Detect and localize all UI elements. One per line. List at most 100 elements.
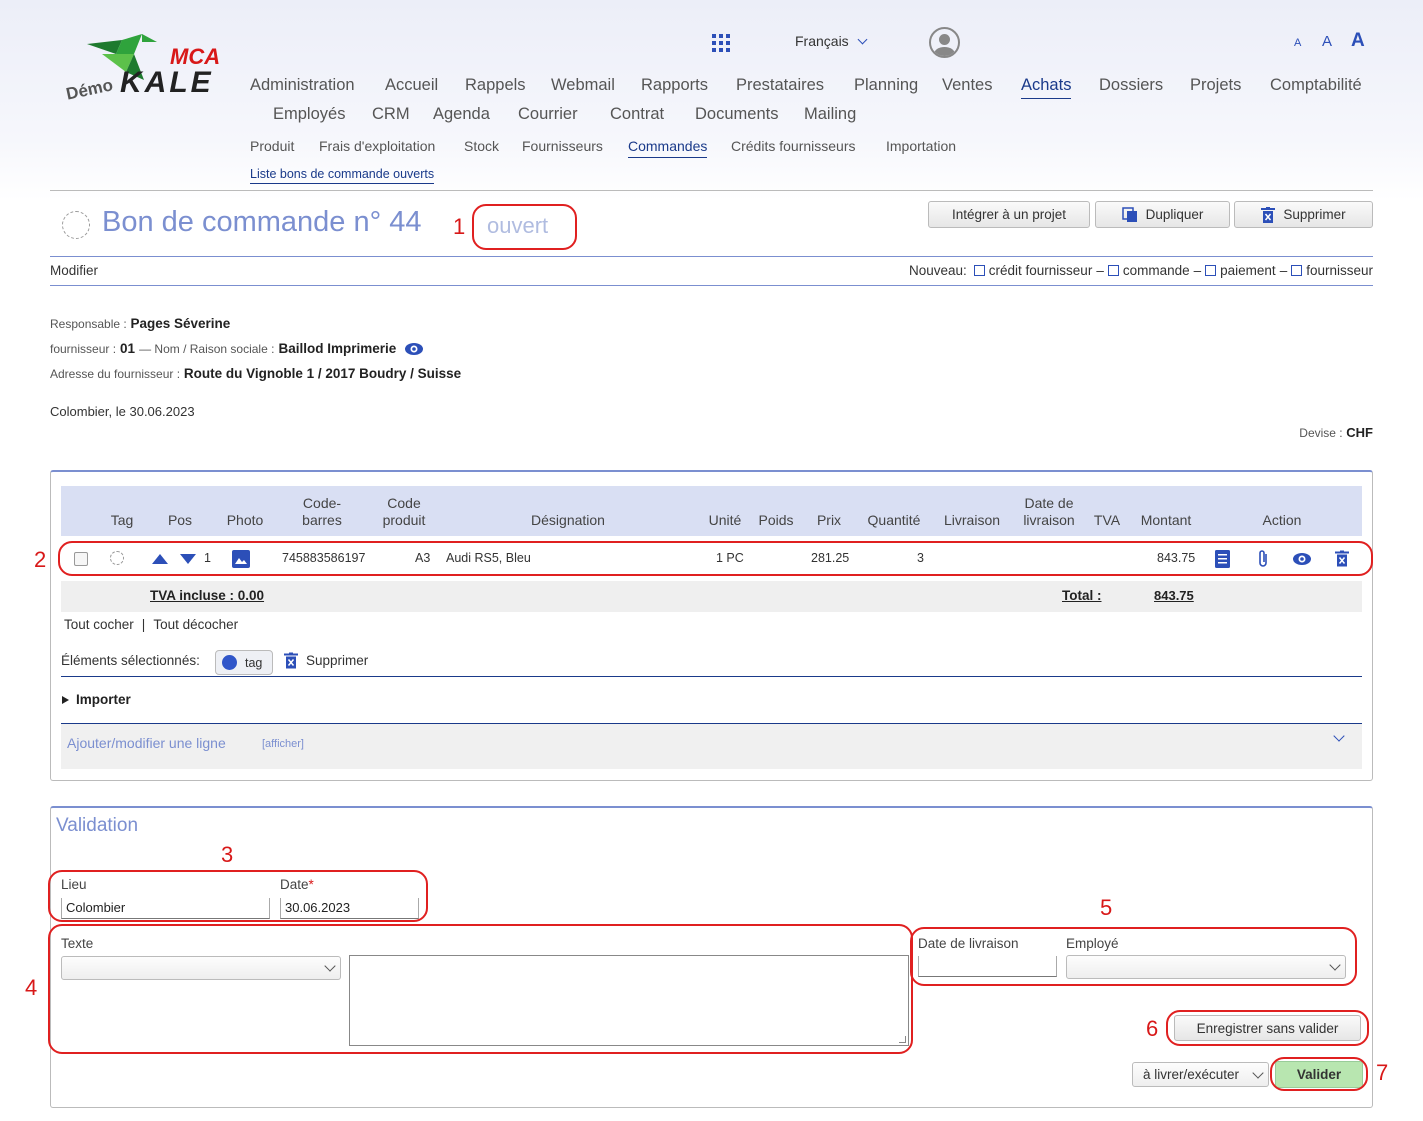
- menu-achats[interactable]: Achats: [1021, 76, 1072, 99]
- annotation-number-7: 7: [1376, 1060, 1389, 1085]
- menu-dossiers[interactable]: Dossiers: [1099, 76, 1163, 95]
- annotation-number-1: 1: [453, 214, 466, 239]
- separator: –: [1096, 263, 1104, 278]
- toolbar-divider: [50, 285, 1373, 286]
- menu-documents[interactable]: Documents: [695, 105, 778, 124]
- col-delivery-date-2: livraison: [1023, 512, 1075, 528]
- new-payment-link[interactable]: paiement: [1220, 263, 1276, 278]
- menu-prestataires[interactable]: Prestataires: [736, 76, 824, 95]
- menu-ventes[interactable]: Ventes: [942, 76, 992, 95]
- chevron-down-icon: [1252, 1067, 1264, 1079]
- submenu-importation[interactable]: Importation: [886, 138, 956, 154]
- status-select[interactable]: à livrer/exécuter: [1132, 1062, 1269, 1087]
- supplier-number: 01: [120, 341, 136, 356]
- selected-label: Éléments sélectionnés:: [61, 653, 200, 668]
- menu-agenda[interactable]: Agenda: [433, 105, 490, 124]
- delete-label: Supprimer: [1283, 207, 1346, 222]
- show-link[interactable]: [afficher]: [262, 738, 304, 750]
- logo-product: KALE: [120, 66, 214, 99]
- add-line-label: Ajouter/modifier une ligne: [67, 735, 226, 751]
- annotation-box-2: [58, 541, 1373, 576]
- annotation-box-3: [48, 870, 428, 922]
- menu-webmail[interactable]: Webmail: [551, 76, 615, 95]
- col-tag: Tag: [110, 512, 134, 528]
- address-label: Adresse du fournisseur :: [50, 367, 181, 381]
- responsable-value: Pages Séverine: [130, 316, 231, 331]
- submenu-commandes[interactable]: Commandes: [628, 138, 708, 158]
- annotation-number-2: 2: [34, 547, 47, 572]
- integrate-project-button[interactable]: Intégrer à un projet: [928, 201, 1090, 228]
- total-value: 843.75: [1154, 588, 1194, 603]
- menu-rapports[interactable]: Rapports: [641, 76, 708, 95]
- delete-selected-button[interactable]: Supprimer: [284, 652, 368, 669]
- submenu-open-orders[interactable]: Liste bons de commande ouverts: [250, 167, 435, 184]
- menu-accueil[interactable]: Accueil: [385, 76, 438, 95]
- eye-icon[interactable]: [404, 342, 424, 356]
- vat-included: TVA incluse : 0.00: [150, 588, 265, 603]
- language-label: Français: [795, 33, 849, 49]
- import-label: Importer: [76, 692, 131, 707]
- menu-crm[interactable]: CRM: [372, 105, 410, 124]
- font-size-large[interactable]: A: [1351, 30, 1365, 52]
- font-size-small[interactable]: A: [1294, 37, 1301, 49]
- submenu-fournisseurs[interactable]: Fournisseurs: [522, 138, 603, 154]
- validation-title: Validation: [56, 815, 139, 836]
- menu-administration[interactable]: Administration: [250, 76, 355, 95]
- submenu-credits[interactable]: Crédits fournisseurs: [731, 138, 856, 154]
- selection-divider: [61, 676, 1362, 677]
- separator: –: [1193, 263, 1202, 278]
- supplier-name-label: — Nom / Raison sociale :: [139, 341, 275, 356]
- logo-demo: Démo: [64, 75, 115, 104]
- annotation-box-4: [48, 924, 913, 1054]
- col-quantity: Quantité: [867, 512, 921, 528]
- menu-mailing[interactable]: Mailing: [804, 105, 856, 124]
- annotation-box-1: [472, 204, 577, 250]
- menu-courrier[interactable]: Courrier: [518, 105, 578, 124]
- status-select-value: à livrer/exécuter: [1143, 1067, 1240, 1082]
- col-code-1: Code: [387, 495, 421, 511]
- delete-selected-label: Supprimer: [306, 653, 369, 668]
- chevron-down-icon[interactable]: [1333, 730, 1345, 742]
- uncheck-all-link[interactable]: Tout décocher: [153, 617, 238, 632]
- check-all-link[interactable]: Tout cocher: [64, 617, 134, 632]
- new-supplier-link[interactable]: fournisseur: [1306, 263, 1373, 278]
- font-size-medium[interactable]: A: [1322, 33, 1332, 50]
- new-order-link[interactable]: commande: [1123, 263, 1190, 278]
- menu-employes[interactable]: Employés: [273, 105, 345, 124]
- col-vat: TVA: [1093, 512, 1121, 528]
- language-select[interactable]: Français: [795, 33, 868, 49]
- col-weight: Poids: [758, 512, 794, 528]
- annotation-number-4: 4: [25, 975, 38, 1000]
- trash-icon: [284, 652, 298, 669]
- logo[interactable]: MCA Démo KALE: [62, 32, 232, 107]
- menu-comptabilite[interactable]: Comptabilité: [1270, 76, 1362, 95]
- add-line-section[interactable]: Ajouter/modifier une ligne [afficher]: [61, 723, 1362, 769]
- status-circle-icon: [62, 211, 90, 239]
- tag-button[interactable]: tag: [215, 650, 273, 675]
- menu-planning[interactable]: Planning: [854, 76, 918, 95]
- submenu-frais[interactable]: Frais d'exploitation: [319, 138, 435, 154]
- new-credit-link[interactable]: crédit fournisseur: [989, 263, 1093, 278]
- apps-grid-icon[interactable]: [712, 34, 730, 52]
- menu-contrat[interactable]: Contrat: [610, 105, 664, 124]
- supplier-label: fournisseur :: [50, 341, 117, 356]
- user-avatar-icon[interactable]: [929, 27, 960, 58]
- delete-button[interactable]: Supprimer: [1234, 201, 1373, 228]
- modify-link[interactable]: Modifier: [50, 263, 98, 278]
- menu-rappels[interactable]: Rappels: [465, 76, 526, 95]
- responsable-label: Responsable :: [50, 317, 127, 331]
- duplicate-label: Dupliquer: [1145, 207, 1204, 222]
- col-designation: Désignation: [531, 512, 605, 528]
- col-delivery: Livraison: [943, 512, 1001, 528]
- col-delivery-date: Date de livraison: [1014, 495, 1084, 529]
- submenu-produit[interactable]: Produit: [250, 138, 294, 154]
- separator: |: [141, 617, 146, 632]
- copy-icon: [1121, 206, 1137, 222]
- responsable-line: Responsable : Pages Séverine: [50, 316, 230, 331]
- annotation-box-5: [910, 927, 1357, 986]
- menu-projets[interactable]: Projets: [1190, 76, 1241, 95]
- duplicate-button[interactable]: Dupliquer: [1095, 201, 1230, 228]
- submenu-stock[interactable]: Stock: [464, 138, 499, 154]
- import-toggle[interactable]: Importer: [62, 692, 131, 707]
- new-links: Nouveau: crédit fournisseur – commande –…: [909, 263, 1373, 278]
